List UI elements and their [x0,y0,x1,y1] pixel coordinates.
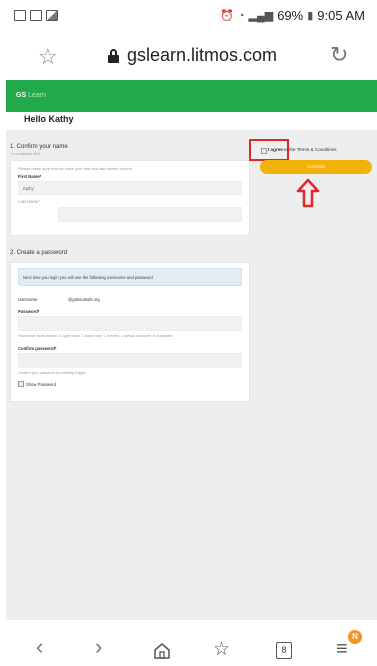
notification-badge: N [348,630,362,644]
create-password-card: Next time you login you will use the fol… [10,262,250,402]
first-name-value: Kathy [23,186,34,191]
login-info-box: Next time you login you will use the fol… [18,268,242,286]
greeting: Hello Kathy [24,114,74,124]
battery-icon: ▮ [307,10,314,22]
show-password-checkbox[interactable] [18,381,24,387]
bookmark-star-icon[interactable]: ☆ [38,44,58,70]
status-right: ⏰ ◔ ▂▄▆ 69% ▮ 9:05 AM [220,8,365,23]
back-icon[interactable]: ‹ [36,634,43,660]
gallery-icon [30,10,42,21]
create-password-title: 2. Create a password [10,250,68,256]
confirm-name-card: Please make sure that we have your first… [10,160,250,236]
browser-bottom-bar: ‹ › ☆ 8 ≡ [0,620,377,666]
signal-icon: ▂▄▆ [248,10,274,22]
continue-button[interactable]: Continue [260,160,372,174]
confirm-password-field[interactable] [18,353,242,368]
menu-icon[interactable]: ≡ [336,638,348,661]
username-value: @gsboutsofs.org [68,297,100,302]
confirm-name-title: 1. Confirm your name [10,144,68,150]
clock: 9:05 AM [317,8,365,23]
confirm-password-label: Confirm password* [18,346,57,351]
required-note: * is a required field [10,152,40,156]
last-name-label: Last Name* [18,199,40,204]
first-name-field[interactable]: Kathy [18,181,242,195]
gallery-icon [14,10,26,21]
status-bar: ⏰ ◔ ▂▄▆ 69% ▮ 9:05 AM [0,0,377,36]
home-icon[interactable] [153,642,171,660]
annotation-arrow-icon [296,178,320,208]
last-name-field[interactable] [58,207,242,222]
tabs-icon[interactable]: 8 [276,642,292,659]
battery-level: 69% [277,8,304,23]
reload-icon[interactable]: ↻ [330,42,348,68]
confirm-password-hint: Confirm your password by entering it aga… [18,371,87,375]
password-field[interactable] [18,316,242,331]
forward-icon[interactable]: › [95,634,102,660]
browser-url-bar: ☆ gslearn.litmos.com ↻ [0,36,377,80]
site-logo[interactable]: GS Learn [16,92,46,99]
first-name-label: First Name* [18,174,42,179]
bookmarks-icon[interactable]: ☆ [213,638,230,661]
lock-icon[interactable] [108,49,119,63]
site-header: GS Learn [6,80,377,112]
image-icon [46,10,58,21]
name-helper-text: Please make sure that we have your first… [18,166,133,171]
web-content: GS Learn Hello Kathy 1. Confirm your name… [6,80,377,620]
login-info-text: Next time you login you will use the fol… [23,275,153,280]
username-label: Username [18,297,38,302]
password-label: Password* [18,309,40,314]
password-hint: Passwords must contain: 1 upper case, 1 … [18,334,173,338]
url-text[interactable]: gslearn.litmos.com [127,45,277,66]
alarm-icon: ⏰ [220,10,234,22]
notification-icons [14,10,58,21]
wifi-icon: ◔ [237,9,245,22]
tab-count: 8 [281,645,287,655]
agree-terms-label[interactable]: I agree to the Terms & Conditions [268,147,337,152]
show-password-label[interactable]: Show Password [26,382,56,387]
agree-terms-checkbox[interactable] [261,148,267,154]
